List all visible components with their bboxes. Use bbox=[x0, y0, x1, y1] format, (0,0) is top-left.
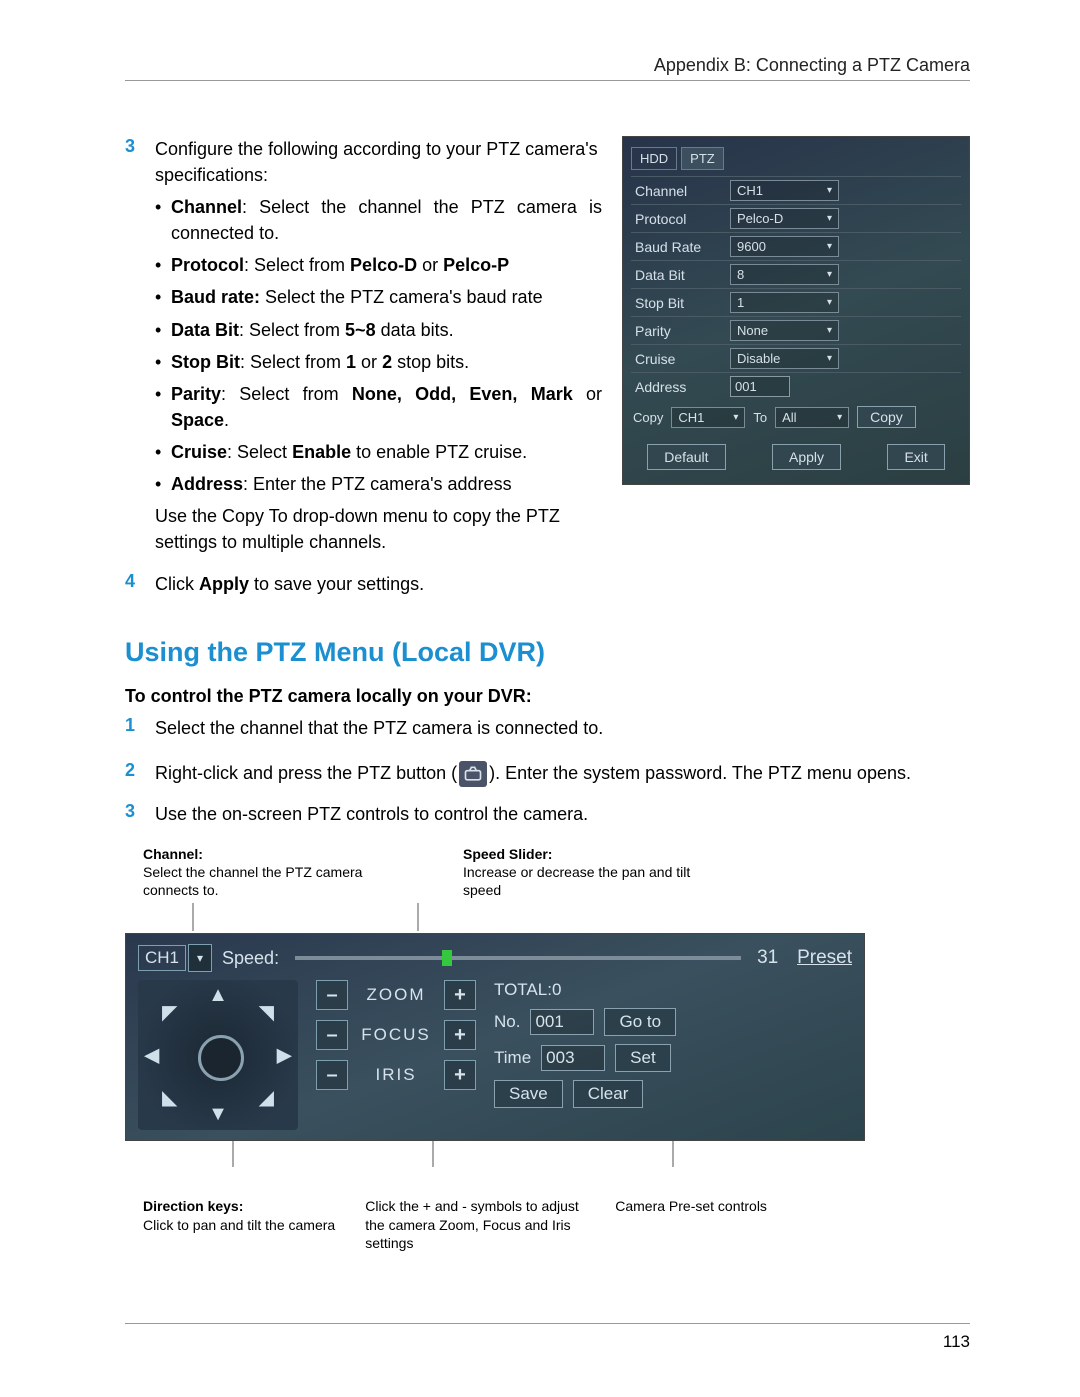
ptz-control-panel: CH1 ▾ Speed: 31 Preset ▲ ▼ ▶ ◀ ◥ ◤ ◢ ◣ bbox=[125, 933, 865, 1141]
focus-minus[interactable]: – bbox=[316, 1020, 348, 1050]
b-parity: Parity: Select from None, Odd, Even, Mar… bbox=[155, 381, 602, 433]
direction-pad[interactable]: ▲ ▼ ▶ ◀ ◥ ◤ ◢ ◣ bbox=[138, 980, 298, 1130]
lbl-stopbit: Stop Bit bbox=[635, 295, 730, 311]
copy-all[interactable]: All▾ bbox=[775, 407, 849, 428]
zoom-label: ZOOM bbox=[356, 985, 436, 1005]
preset-no-label: No. bbox=[494, 1012, 520, 1032]
input-address[interactable]: 001 bbox=[730, 376, 790, 397]
sel-channel[interactable]: CH1▾ bbox=[730, 180, 839, 201]
b-address: Address: Enter the PTZ camera's address bbox=[155, 471, 602, 497]
cs2-body: Right-click and press the PTZ button ( )… bbox=[155, 760, 970, 787]
preset-time-label: Time bbox=[494, 1048, 531, 1068]
ptz-settings-screenshot: HDD PTZ ChannelCH1▾ ProtocolPelco-D▾ Bau… bbox=[622, 136, 970, 485]
arrow-down-icon[interactable]: ▼ bbox=[208, 1103, 228, 1126]
save-button[interactable]: Save bbox=[494, 1080, 563, 1108]
sel-stopbit[interactable]: 1▾ bbox=[730, 292, 839, 313]
callout-dir: Direction keys: Click to pan and tilt th… bbox=[143, 1197, 335, 1252]
b-channel: Channel: Select the channel the PTZ came… bbox=[155, 194, 602, 246]
arrow-right-icon[interactable]: ▶ bbox=[277, 1043, 292, 1068]
cs3-body: Use the on-screen PTZ controls to contro… bbox=[155, 801, 970, 827]
zoom-minus[interactable]: – bbox=[316, 980, 348, 1010]
lbl-baud: Baud Rate bbox=[635, 239, 730, 255]
cs3-num: 3 bbox=[125, 801, 155, 827]
section-heading: Using the PTZ Menu (Local DVR) bbox=[125, 637, 970, 668]
focus-label: FOCUS bbox=[356, 1025, 436, 1045]
arrow-up-icon[interactable]: ▲ bbox=[208, 984, 228, 1007]
copy-ch[interactable]: CH1▾ bbox=[671, 407, 745, 428]
section-subheading: To control the PTZ camera locally on you… bbox=[125, 686, 970, 707]
set-button[interactable]: Set bbox=[615, 1044, 671, 1072]
step3-after: Use the Copy To drop-down menu to copy t… bbox=[155, 503, 602, 555]
clear-button[interactable]: Clear bbox=[573, 1080, 644, 1108]
lbl-channel: Channel bbox=[635, 183, 730, 199]
b-stopbit: Stop Bit: Select from 1 or 2 stop bits. bbox=[155, 349, 602, 375]
tab-ptz[interactable]: PTZ bbox=[681, 147, 724, 170]
preset-no-input[interactable]: 001 bbox=[530, 1009, 594, 1035]
page-header: Appendix B: Connecting a PTZ Camera bbox=[125, 55, 970, 81]
apply-button[interactable]: Apply bbox=[772, 444, 841, 470]
zoom-plus[interactable]: + bbox=[444, 980, 476, 1010]
sel-parity[interactable]: None▾ bbox=[730, 320, 839, 341]
arrow-ne-icon[interactable]: ◥ bbox=[259, 1000, 274, 1025]
preset-title: Preset bbox=[797, 947, 852, 969]
sel-databit[interactable]: 8▾ bbox=[730, 264, 839, 285]
cs2-num: 2 bbox=[125, 760, 155, 787]
speed-value: 31 bbox=[757, 947, 787, 969]
lbl-address: Address bbox=[635, 379, 730, 395]
sel-cruise[interactable]: Disable▾ bbox=[730, 348, 839, 369]
step-number-3: 3 bbox=[125, 136, 155, 555]
lbl-cruise: Cruise bbox=[635, 351, 730, 367]
page-number: 113 bbox=[125, 1323, 970, 1352]
iris-plus[interactable]: + bbox=[444, 1060, 476, 1090]
exit-button[interactable]: Exit bbox=[887, 444, 944, 470]
lbl-databit: Data Bit bbox=[635, 267, 730, 283]
b-databit: Data Bit: Select from 5~8 data bits. bbox=[155, 317, 602, 343]
arrow-nw-icon[interactable]: ◤ bbox=[162, 1000, 177, 1025]
preset-time-input[interactable]: 003 bbox=[541, 1045, 605, 1071]
callout-pm: Click the + and - symbols to adjust the … bbox=[365, 1197, 585, 1252]
sel-baud[interactable]: 9600▾ bbox=[730, 236, 839, 257]
b-baud: Baud rate: Select the PTZ camera's baud … bbox=[155, 284, 602, 310]
arrow-sw-icon[interactable]: ◣ bbox=[162, 1085, 177, 1110]
ptz-channel-dropdown[interactable]: ▾ bbox=[188, 944, 212, 972]
ptz-channel[interactable]: CH1 bbox=[138, 945, 186, 971]
dpad-center[interactable] bbox=[198, 1035, 244, 1081]
lbl-parity: Parity bbox=[635, 323, 730, 339]
iris-minus[interactable]: – bbox=[316, 1060, 348, 1090]
cs1-num: 1 bbox=[125, 715, 155, 741]
b-protocol: Protocol: Select from Pelco-D or Pelco-P bbox=[155, 252, 602, 278]
arrow-se-icon[interactable]: ◢ bbox=[259, 1085, 274, 1110]
step-number-4: 4 bbox=[125, 571, 155, 597]
goto-button[interactable]: Go to bbox=[604, 1008, 676, 1036]
copy-label: Copy bbox=[633, 410, 663, 425]
step4-body: Click Apply to save your settings. bbox=[155, 571, 970, 597]
speed-slider[interactable] bbox=[295, 956, 741, 960]
ptz-button-icon bbox=[459, 761, 487, 787]
copy-button[interactable]: Copy bbox=[857, 406, 916, 428]
arrow-left-icon[interactable]: ◀ bbox=[144, 1043, 159, 1068]
iris-label: IRIS bbox=[356, 1065, 436, 1085]
cs1-body: Select the channel that the PTZ camera i… bbox=[155, 715, 970, 741]
callout-speed: Speed Slider: Increase or decrease the p… bbox=[463, 845, 723, 900]
sel-protocol[interactable]: Pelco-D▾ bbox=[730, 208, 839, 229]
callout-preset: Camera Pre-set controls bbox=[615, 1197, 767, 1252]
tab-hdd[interactable]: HDD bbox=[631, 147, 677, 170]
lbl-protocol: Protocol bbox=[635, 211, 730, 227]
copy-to: To bbox=[753, 410, 767, 425]
default-button[interactable]: Default bbox=[647, 444, 725, 470]
preset-total: TOTAL:0 bbox=[494, 980, 676, 1000]
speed-label: Speed: bbox=[222, 948, 279, 969]
callout-channel: Channel: Select the channel the PTZ came… bbox=[143, 845, 403, 900]
focus-plus[interactable]: + bbox=[444, 1020, 476, 1050]
b-cruise: Cruise: Select Enable to enable PTZ crui… bbox=[155, 439, 602, 465]
step3-intro: Configure the following according to you… bbox=[155, 136, 602, 188]
